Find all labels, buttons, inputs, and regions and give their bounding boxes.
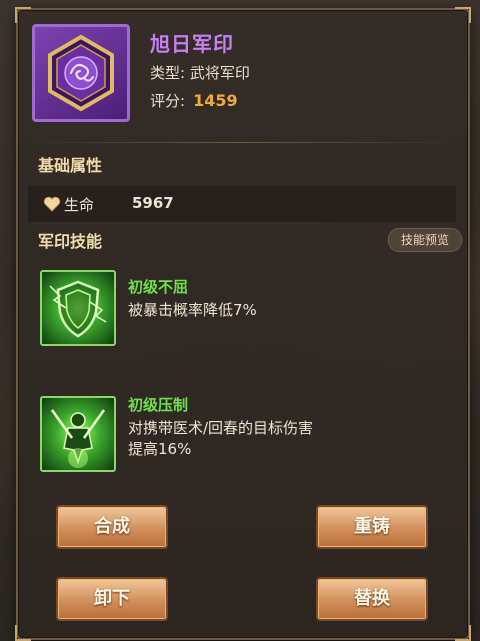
skill-description: 对携带医术/回春的目标伤害 提高16% (128, 419, 314, 458)
shield-skill-icon (40, 270, 116, 346)
item-title: 旭日军印 (150, 32, 234, 56)
replace-button[interactable]: 替换 (316, 577, 428, 621)
heart-icon (43, 196, 61, 212)
item-score: 评分: 1459 (150, 90, 238, 111)
panel-corner (455, 7, 471, 23)
panel-corner (15, 625, 31, 641)
skill-name: 初级压制 (128, 396, 189, 414)
divider (28, 142, 456, 143)
attribute-row-hp: 生命 5967 (28, 186, 456, 222)
item-type: 类型: 武将军印 (150, 64, 250, 82)
warrior-skill-icon (40, 396, 116, 472)
warrior-icon (50, 409, 106, 468)
recast-button[interactable]: 重铸 (316, 505, 428, 549)
panel-corner (455, 625, 471, 641)
skill-description: 被暴击概率降低7% (128, 301, 257, 319)
skill-preview-button[interactable]: 技能预览 (388, 228, 462, 252)
attribute-value: 5967 (132, 194, 174, 212)
unequip-button[interactable]: 卸下 (56, 577, 168, 621)
item-detail-panel: 旭日军印 类型: 武将军印 评分: 1459 基础属性 生命 5967 军印技能 … (15, 7, 471, 641)
score-value: 1459 (193, 91, 238, 110)
base-attributes-title: 基础属性 (38, 156, 103, 175)
compose-button[interactable]: 合成 (56, 505, 168, 549)
panel-corner (15, 7, 31, 23)
seal-item-icon (32, 24, 130, 122)
skill-name: 初级不屈 (128, 278, 189, 296)
score-label: 评分: (150, 92, 186, 110)
skills-title: 军印技能 (38, 232, 103, 251)
shield-icon (49, 280, 107, 338)
attribute-label: 生命 (64, 196, 95, 214)
seal-emblem-icon (48, 34, 114, 112)
